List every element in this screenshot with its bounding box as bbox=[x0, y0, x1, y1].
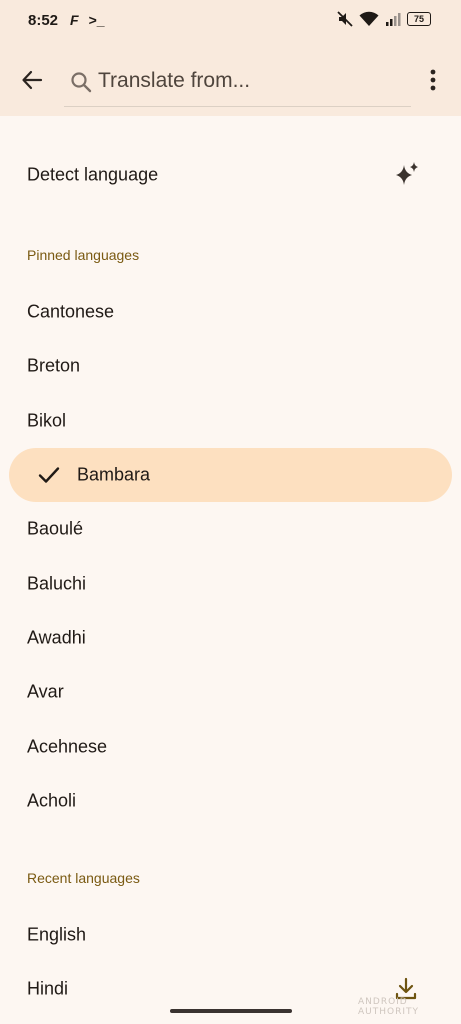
status-bar: 8:52 F >_ 75 bbox=[0, 0, 461, 44]
language-label: English bbox=[27, 924, 87, 945]
language-label: Avar bbox=[27, 681, 64, 702]
app-f-icon: F bbox=[70, 12, 79, 28]
language-label: Bikol bbox=[27, 410, 67, 431]
language-item-awadhi[interactable]: Awadhi bbox=[0, 611, 461, 665]
status-right-icons: 75 bbox=[337, 11, 431, 27]
status-app-icons: F >_ bbox=[70, 12, 105, 28]
language-label: Bambara bbox=[77, 464, 151, 485]
search-placeholder: Translate from... bbox=[98, 69, 251, 92]
language-label: Baoulé bbox=[27, 518, 84, 539]
language-label: Acholi bbox=[27, 790, 77, 811]
language-label: Cantonese bbox=[27, 301, 115, 322]
pinned-languages-header: Pinned languages bbox=[27, 247, 140, 263]
language-item-bambara-selected[interactable]: Bambara bbox=[9, 448, 452, 502]
language-item-baluchi[interactable]: Baluchi bbox=[0, 557, 461, 611]
language-label: Awadhi bbox=[27, 627, 86, 648]
mute-icon bbox=[337, 11, 353, 27]
navigation-handle[interactable] bbox=[170, 1009, 292, 1013]
battery-icon: 75 bbox=[407, 12, 431, 26]
arrow-back-icon bbox=[22, 70, 43, 90]
signal-icon bbox=[386, 13, 401, 26]
status-time: 8:52 bbox=[28, 12, 59, 29]
watermark: ANDROID AUTHORITY bbox=[358, 997, 419, 1017]
language-item-english[interactable]: English bbox=[0, 908, 461, 962]
wifi-icon bbox=[359, 11, 379, 26]
detect-language-label: Detect language bbox=[27, 164, 159, 185]
app-header: 8:52 F >_ 75 Translate from... bbox=[0, 0, 461, 116]
back-button[interactable] bbox=[16, 64, 48, 96]
language-item-breton[interactable]: Breton bbox=[0, 339, 461, 393]
language-item-acholi[interactable]: Acholi bbox=[0, 774, 461, 828]
language-item-bikol[interactable]: Bikol bbox=[0, 394, 461, 448]
search-input[interactable]: Translate from... bbox=[64, 58, 411, 107]
terminal-icon: >_ bbox=[88, 12, 105, 28]
language-item-avar[interactable]: Avar bbox=[0, 665, 461, 719]
more-vert-icon bbox=[430, 69, 436, 91]
language-label: Acehnese bbox=[27, 736, 108, 757]
search-icon bbox=[71, 72, 92, 93]
check-icon bbox=[38, 467, 60, 483]
language-item-acehnese[interactable]: Acehnese bbox=[0, 720, 461, 774]
language-item-cantonese[interactable]: Cantonese bbox=[0, 285, 461, 339]
detect-language-item[interactable]: Detect language bbox=[0, 148, 461, 202]
more-options-button[interactable] bbox=[421, 66, 445, 94]
language-item-baoule[interactable]: Baoulé bbox=[0, 502, 461, 556]
language-label: Hindi bbox=[27, 978, 69, 999]
language-label: Baluchi bbox=[27, 573, 87, 594]
sparkle-icon bbox=[396, 162, 418, 185]
recent-languages-header: Recent languages bbox=[27, 870, 140, 886]
language-label: Breton bbox=[27, 355, 81, 376]
